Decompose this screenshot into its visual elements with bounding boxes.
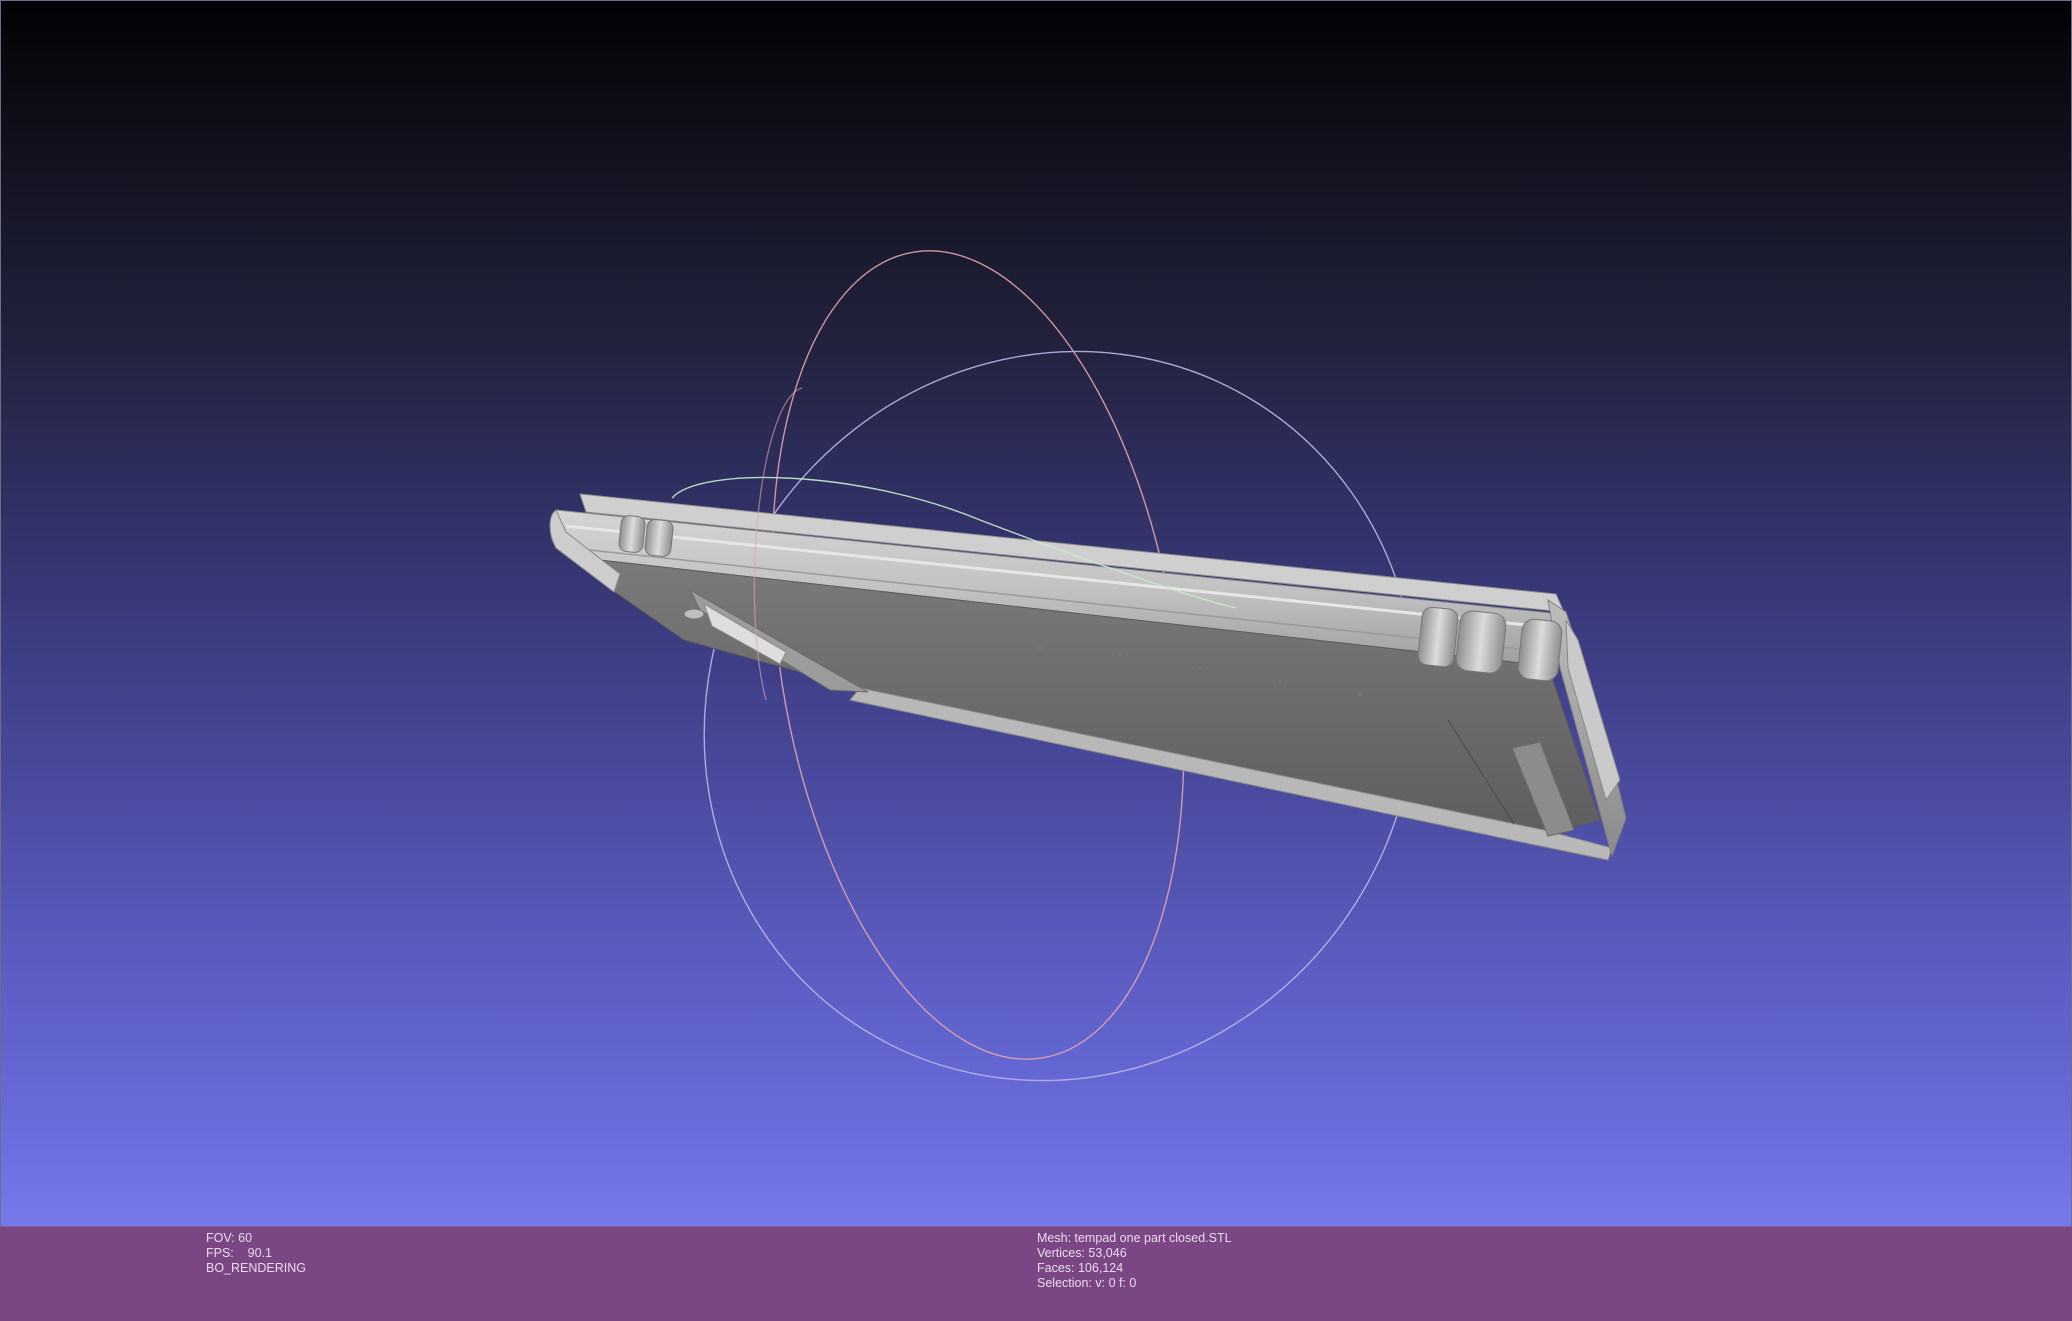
mesh-name-label: Mesh: tempad one part closed.STL (1037, 1231, 1232, 1245)
mesh-screw-hole (683, 608, 705, 620)
vertices-label: Vertices: 53,046 (1037, 1246, 1127, 1260)
info-bar: FOV: 60 FPS: 90.1 BO_RENDERING Mesh: tem… (0, 1226, 2072, 1321)
render-info: FOV: 60 FPS: 90.1 BO_RENDERING (206, 1231, 306, 1276)
selection-label: Selection: v: 0 f: 0 (1037, 1276, 1137, 1290)
fps-label: FPS: 90.1 (206, 1246, 273, 1260)
scene-canvas[interactable] (0, 0, 2072, 1320)
mesh-info: Mesh: tempad one part closed.STL Vertice… (1037, 1231, 1232, 1291)
render-mode-label: BO_RENDERING (206, 1261, 307, 1275)
fov-label: FOV: 60 (206, 1231, 253, 1245)
faces-label: Faces: 106,124 (1037, 1261, 1124, 1275)
3d-viewport[interactable]: FOV: 60 FPS: 90.1 BO_RENDERING Mesh: tem… (0, 0, 2072, 1321)
